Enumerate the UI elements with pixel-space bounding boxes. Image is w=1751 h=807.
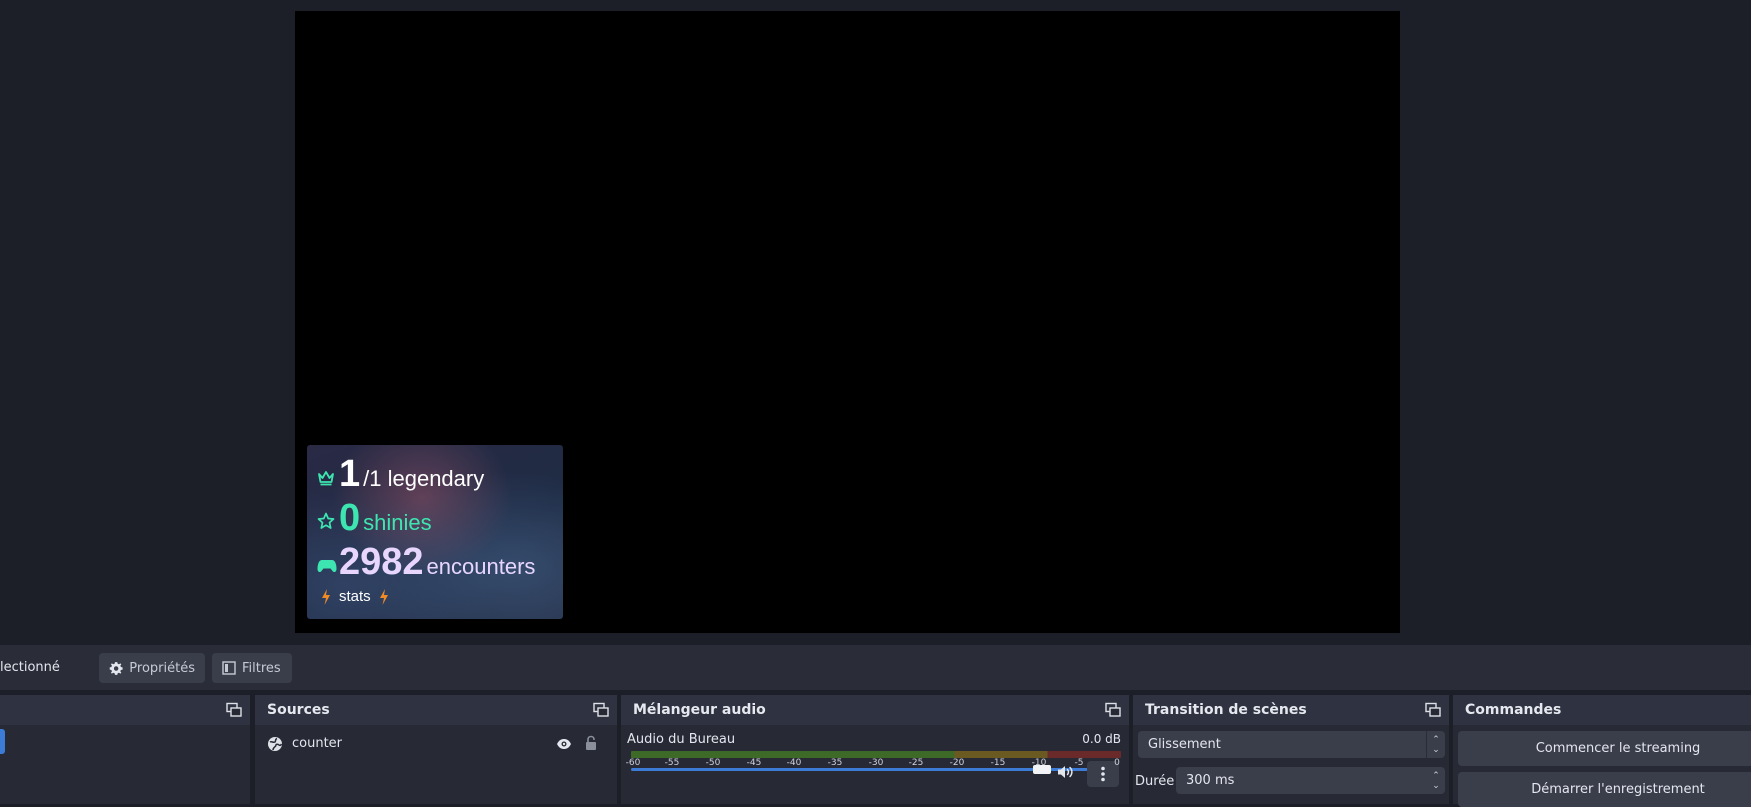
filter-icon [222, 661, 236, 675]
gear-icon [109, 661, 123, 675]
source-item[interactable]: counter [255, 731, 617, 757]
properties-button[interactable]: Propriétés [99, 653, 205, 683]
controls-title: Commandes [1465, 702, 1562, 718]
source-toolbar: lectionné Propriétés Filtres [0, 645, 1751, 690]
chevron-down-icon: ⌄ [1432, 744, 1440, 755]
meter-scale-label: -50 [705, 758, 721, 768]
counter-overlay: 1 /1 legendary 0 shinies 2982 encounters… [307, 445, 563, 619]
controls-header: Commandes [1453, 695, 1751, 725]
scenes-dock [0, 695, 250, 804]
legendary-label: /1 legendary [363, 466, 485, 491]
meter-scale-label: -35 [827, 758, 843, 768]
start-recording-label: Démarrer l'enregistrement [1531, 782, 1705, 797]
chevron-up-icon: ⌃ [1432, 770, 1440, 781]
scene-transitions-dock: Transition de scènes Glissement ⌃ ⌄ Durée… [1133, 695, 1449, 804]
star-icon [317, 512, 339, 534]
legendary-count: 1 [339, 453, 361, 495]
chevron-up-icon: ⌃ [1432, 734, 1440, 745]
chevron-down-icon: ⌄ [1432, 780, 1440, 791]
browser-source-icon [268, 737, 283, 751]
encounters-count: 2982 [339, 541, 424, 583]
controls-dock: Commandes Commencer le streaming Démarre… [1453, 695, 1751, 807]
encounters-label: encounters [426, 554, 536, 579]
properties-label: Propriétés [129, 660, 195, 676]
undock-icon[interactable] [593, 702, 609, 718]
stats-label: stats [339, 588, 371, 605]
audio-channel-name: Audio du Bureau [627, 732, 736, 747]
transition-select-value: Glissement [1148, 737, 1221, 752]
meter-scale-label: -5 [1074, 758, 1084, 768]
start-streaming-button[interactable]: Commencer le streaming [1458, 731, 1751, 766]
undock-icon[interactable] [226, 702, 242, 718]
meter-scale-label: -15 [990, 758, 1006, 768]
selected-scene-item[interactable] [0, 729, 5, 754]
meter-scale-label: -60 [625, 758, 641, 768]
sources-title: Sources [267, 702, 330, 718]
meter-scale-label: -55 [664, 758, 680, 768]
meter-scale-label: 0 [1114, 758, 1120, 768]
meter-scale-label: -20 [949, 758, 965, 768]
audio-level-readout: 0.0 dB [1082, 732, 1121, 746]
filters-button[interactable]: Filtres [212, 653, 292, 683]
audio-level-meter [631, 751, 1121, 758]
duration-spinbox[interactable]: 300 ms ⌃ ⌄ [1176, 767, 1445, 794]
start-streaming-label: Commencer le streaming [1535, 741, 1701, 756]
duration-label: Durée [1135, 774, 1175, 789]
crown-icon [317, 470, 339, 490]
scene-transitions-header: Transition de scènes [1133, 695, 1449, 725]
shinies-count: 0 [339, 497, 361, 539]
stats-row: stats [321, 588, 389, 605]
scenes-dock-header [0, 695, 250, 725]
meter-scale-label: -25 [908, 758, 924, 768]
gamepad-icon [317, 558, 339, 578]
transition-select[interactable]: Glissement ⌃ ⌄ [1138, 731, 1445, 758]
speaker-icon[interactable] [1057, 764, 1075, 780]
meter-scale-label: -45 [746, 758, 762, 768]
start-recording-button[interactable]: Démarrer l'enregistrement [1458, 772, 1751, 807]
shinies-label: shinies [363, 510, 432, 535]
meter-scale-label: -10 [1031, 758, 1047, 768]
bolt-icon [379, 588, 388, 605]
eye-icon[interactable] [556, 737, 572, 751]
lock-icon[interactable] [585, 735, 597, 751]
duration-stepper[interactable]: ⌃ ⌄ [1427, 767, 1445, 794]
sources-dock: Sources counter [255, 695, 617, 804]
audio-mixer-title: Mélangeur audio [633, 702, 766, 718]
audio-mixer-dock: Mélangeur audio Audio du Bureau 0.0 dB [621, 695, 1129, 804]
selected-source-label: lectionné [0, 660, 60, 675]
filters-label: Filtres [242, 660, 281, 676]
bolt-icon [322, 588, 330, 605]
source-name: counter [292, 736, 343, 751]
sources-dock-header: Sources [255, 695, 617, 725]
kebab-icon [1101, 766, 1105, 782]
select-arrows: ⌃ ⌄ [1426, 731, 1445, 758]
duration-value: 300 ms [1186, 773, 1235, 788]
meter-scale-label: -30 [868, 758, 884, 768]
scene-transitions-title: Transition de scènes [1145, 702, 1307, 718]
meter-scale-label: -40 [786, 758, 802, 768]
undock-icon[interactable] [1425, 702, 1441, 718]
undock-icon[interactable] [1105, 702, 1121, 718]
audio-mixer-header: Mélangeur audio [621, 695, 1129, 725]
